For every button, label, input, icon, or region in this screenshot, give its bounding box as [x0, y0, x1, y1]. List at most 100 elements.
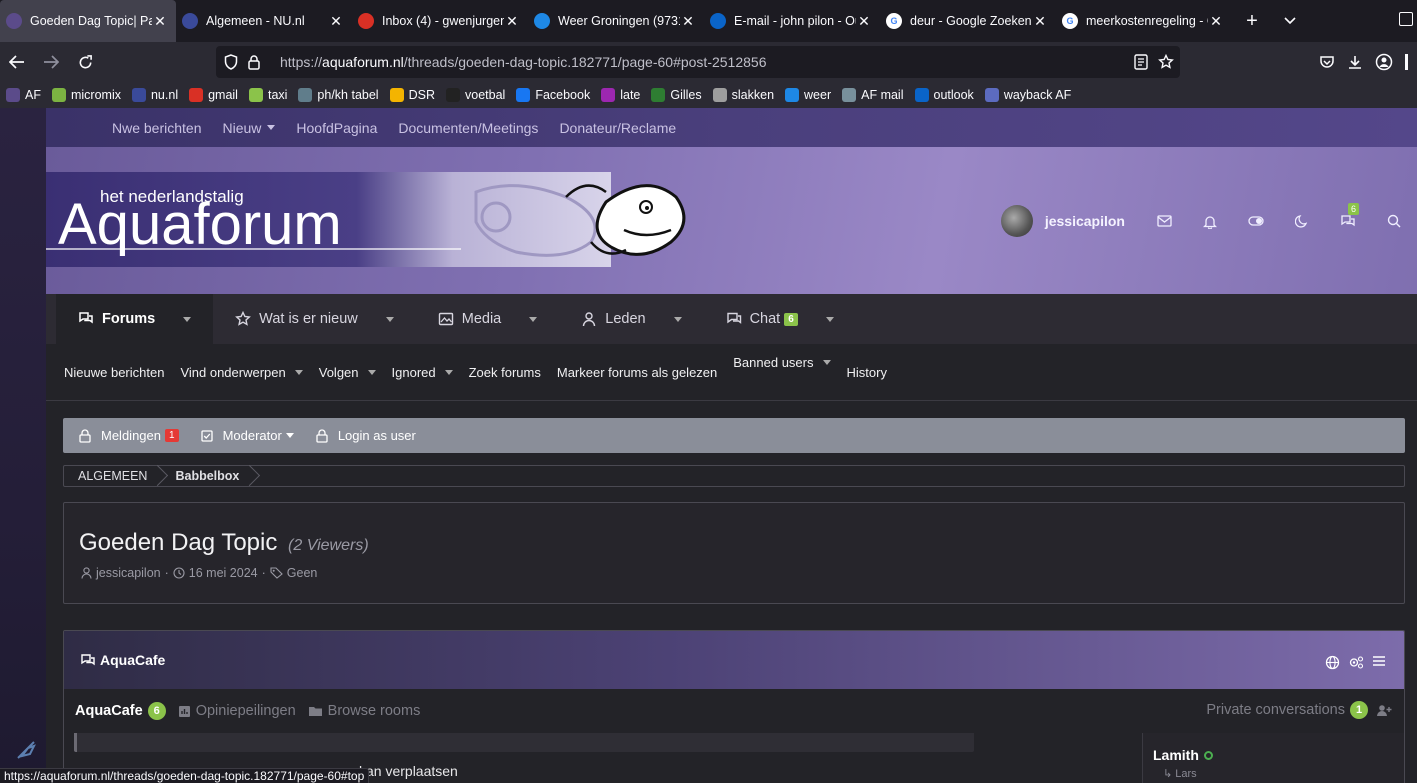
subnav-item[interactable]: Ignored	[392, 365, 453, 380]
bookmark-label: weer	[804, 88, 832, 102]
conversations-button[interactable]: 6	[1325, 203, 1371, 239]
bookmark-item[interactable]: nu.nl	[131, 88, 178, 102]
subnav-item[interactable]: Markeer forums als gelezen	[557, 365, 717, 380]
mainnav-item-wat-is-er-nieuw[interactable]: Wat is er nieuw	[213, 294, 416, 344]
new-tab-button[interactable]: +	[1232, 0, 1272, 42]
url-bar[interactable]: https://aquaforum.nl/threads/goeden-dag-…	[216, 46, 1180, 78]
account-icon[interactable]	[1375, 53, 1393, 71]
bookmark-item[interactable]: taxi	[248, 88, 288, 102]
browser-tab[interactable]: Weer Groningen (9731) ✕	[528, 0, 704, 42]
subnav-item[interactable]: Nieuwe berichten	[64, 365, 164, 380]
reload-button[interactable]	[68, 46, 102, 78]
caret-down-icon[interactable]	[673, 316, 682, 322]
bookmark-item[interactable]: ph/kh tabel	[298, 88, 379, 102]
tab-polls[interactable]: Opiniepeilingen	[178, 703, 296, 719]
bookmark-favicon-icon	[984, 88, 999, 102]
close-icon[interactable]: ✕	[1032, 13, 1048, 30]
window-restore-button[interactable]	[1399, 12, 1413, 26]
bookmark-label: taxi	[267, 88, 288, 102]
topnav-item[interactable]: Nieuw	[223, 120, 276, 136]
private-conversations[interactable]: Private conversations 1	[1206, 701, 1392, 719]
bookmark-item[interactable]: micromix	[51, 88, 121, 102]
caret-down-icon[interactable]	[385, 316, 394, 322]
topnav-item[interactable]: Nwe berichten	[112, 120, 202, 136]
tab-browse-rooms[interactable]: Browse rooms	[308, 703, 420, 719]
dark-mode-button[interactable]	[1279, 203, 1325, 239]
browser-tab[interactable]: Gdeur - Google Zoeken ✕	[880, 0, 1056, 42]
close-icon[interactable]: ✕	[152, 13, 168, 30]
avatar[interactable]	[1000, 205, 1033, 237]
mainnav-item-forums[interactable]: Forums	[56, 294, 214, 344]
browser-tab[interactable]: E-mail - john pilon - Ou ✕	[704, 0, 880, 42]
tab-label: Inbox (4) - gwenjurgen	[382, 14, 504, 28]
hamburger-icon[interactable]	[1372, 655, 1386, 667]
forward-button[interactable]	[34, 46, 68, 78]
menu-icon[interactable]	[1405, 54, 1411, 70]
close-icon[interactable]: ✕	[328, 13, 344, 30]
breadcrumb-item-babbelbox[interactable]: Babbelbox	[161, 466, 253, 486]
poll-icon	[178, 705, 190, 717]
pocket-icon[interactable]	[1319, 54, 1335, 70]
bookmark-item[interactable]: slakken	[712, 88, 774, 102]
subnav-item[interactable]: History	[847, 365, 887, 380]
subnav-item[interactable]: Vind onderwerpen	[180, 365, 303, 380]
mainnav-item-leden[interactable]: Leden	[559, 294, 703, 344]
tab-list-button[interactable]	[1272, 0, 1308, 42]
thread-date[interactable]: 16 mei 2024	[189, 566, 258, 580]
bookmark-item[interactable]: voetbal	[446, 88, 505, 102]
aquaforum-logo[interactable]: het nederlandstalig Aquaforum	[46, 172, 688, 267]
close-icon[interactable]: ✕	[680, 13, 696, 30]
topnav-item[interactable]: Donateur/Reclame	[559, 120, 676, 136]
alerts-button[interactable]	[1187, 203, 1233, 239]
meldingen-link[interactable]: Meldingen 1	[79, 428, 179, 443]
bookmark-favicon-icon	[131, 88, 146, 102]
bookmark-item[interactable]: wayback AF	[984, 88, 1071, 102]
close-icon[interactable]: ✕	[1208, 13, 1224, 30]
subnav-item-label: History	[846, 364, 887, 380]
close-icon[interactable]: ✕	[504, 13, 520, 30]
bookmark-item[interactable]: gmail	[189, 88, 238, 102]
lock-icon[interactable]	[248, 54, 272, 70]
browser-tab[interactable]: Inbox (4) - gwenjurgen ✕	[352, 0, 528, 42]
reader-view-icon[interactable]	[1134, 54, 1148, 70]
back-button[interactable]	[0, 46, 34, 78]
login-as-user-link[interactable]: Login as user	[316, 428, 416, 443]
browser-tab[interactable]: Algemeen - NU.nl ✕	[176, 0, 352, 42]
toggle-button[interactable]	[1233, 203, 1279, 239]
mainnav-item-chat[interactable]: Chat 6	[704, 294, 856, 344]
inbox-button[interactable]	[1141, 203, 1187, 239]
shield-icon[interactable]	[224, 54, 248, 70]
bookmark-item[interactable]: Facebook	[516, 88, 590, 102]
subnav-item[interactable]: Banned users	[733, 355, 831, 370]
subnav-item[interactable]: Zoek forums	[469, 365, 541, 380]
tab-room[interactable]: AquaCafe 6	[75, 702, 166, 720]
bookmark-item[interactable]: Gilles	[651, 88, 702, 102]
search-button[interactable]	[1371, 203, 1417, 239]
chat-user[interactable]: Lamith	[1153, 747, 1404, 763]
globe-icon[interactable]	[1325, 655, 1340, 670]
thread-author[interactable]: jessicapilon	[96, 566, 161, 580]
close-icon[interactable]: ✕	[856, 13, 872, 30]
settings-icon[interactable]	[1348, 655, 1364, 670]
bookmark-item[interactable]: weer	[785, 88, 831, 102]
browser-tab[interactable]: Goeden Dag Topic| Pag ✕	[0, 0, 176, 42]
bookmark-star-icon[interactable]	[1158, 54, 1174, 70]
username-link[interactable]: jessicapilon	[1045, 213, 1125, 229]
bookmark-item[interactable]: AF mail	[842, 88, 904, 102]
moderator-menu[interactable]: Moderator	[200, 428, 294, 443]
browser-tab[interactable]: Gmeerkostenregeling - G ✕	[1056, 0, 1232, 42]
topnav-item[interactable]: HoofdPagina	[296, 120, 377, 136]
bookmark-item[interactable]: AF	[6, 88, 41, 102]
add-user-icon[interactable]	[1376, 704, 1392, 717]
breadcrumb-item-algemeen[interactable]: ALGEMEEN	[64, 466, 161, 486]
caret-down-icon[interactable]	[183, 316, 192, 322]
subnav-item[interactable]: Volgen	[319, 365, 376, 380]
download-icon[interactable]	[1347, 54, 1363, 70]
bookmark-item[interactable]: outlook	[914, 88, 974, 102]
caret-down-icon[interactable]	[529, 316, 538, 322]
mainnav-item-media[interactable]: Media	[416, 294, 560, 344]
topnav-item[interactable]: Documenten/Meetings	[398, 120, 538, 136]
bookmark-item[interactable]: late	[601, 88, 640, 102]
caret-down-icon[interactable]	[825, 316, 834, 322]
bookmark-item[interactable]: DSR	[389, 88, 435, 102]
